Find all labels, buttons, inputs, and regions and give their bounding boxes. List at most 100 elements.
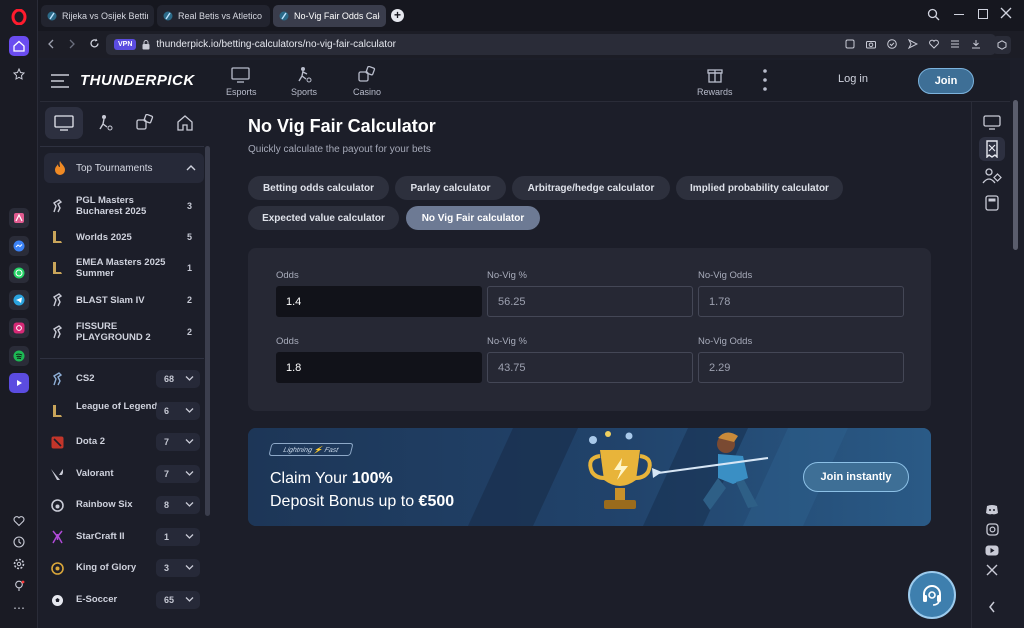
collapse-chevron-icon[interactable] xyxy=(979,595,1005,619)
soccer-player-icon xyxy=(298,67,312,83)
site-logo[interactable]: THUNDERPICK xyxy=(80,72,195,89)
tab-rijeka[interactable]: Rijeka vs Osijek Betting Od xyxy=(41,5,154,27)
page-scrollbar[interactable] xyxy=(1013,100,1018,250)
home-icon[interactable] xyxy=(9,36,29,56)
top-tournaments-header[interactable]: Top Tournaments xyxy=(44,153,204,183)
nav-casino[interactable]: Casino xyxy=(353,66,381,97)
join-instantly-button[interactable]: Join instantly xyxy=(803,462,909,492)
player-icon[interactable] xyxy=(9,373,29,393)
x-twitter-icon[interactable] xyxy=(979,558,1005,582)
betslip-icon[interactable] xyxy=(979,137,1005,161)
new-tab-button[interactable]: + xyxy=(391,9,404,22)
heart-icon[interactable] xyxy=(9,511,29,531)
esports-tab-icon[interactable] xyxy=(45,107,83,139)
send-icon[interactable] xyxy=(908,39,918,49)
sidebar-scrollbar[interactable] xyxy=(205,146,210,516)
reload-icon[interactable] xyxy=(89,38,100,49)
login-button[interactable]: Log in xyxy=(838,73,868,85)
calculator-icon[interactable] xyxy=(979,191,1005,215)
game-item-lol[interactable]: League of Legends 6 xyxy=(40,401,204,421)
minimize-icon[interactable] xyxy=(954,14,964,16)
main-content: No Vig Fair Calculator Quickly calculate… xyxy=(211,102,971,628)
odds-label: Odds xyxy=(276,270,299,281)
support-chat-button[interactable] xyxy=(908,571,956,619)
promo-headline-text: Deposit Bonus up to xyxy=(270,493,419,510)
tournament-item[interactable]: Worlds 2025 5 xyxy=(40,230,204,244)
menu-toggle-icon[interactable] xyxy=(50,73,70,89)
calc-chip-arbitrage[interactable]: Arbitrage/hedge calculator xyxy=(512,176,670,200)
nav-esports[interactable]: Esports xyxy=(226,66,257,97)
back-icon[interactable] xyxy=(46,39,56,49)
whatsapp-icon[interactable] xyxy=(9,263,29,283)
edit-icon[interactable] xyxy=(845,39,855,49)
tab-no-vig[interactable]: No-Vig Fair Odds Calculat xyxy=(273,5,386,27)
game-count: 65 xyxy=(164,595,175,605)
more-icon[interactable]: ⋯ xyxy=(9,598,29,618)
extensions-icon[interactable] xyxy=(993,36,1011,54)
downloads-icon[interactable] xyxy=(971,39,981,49)
game-item-cs2[interactable]: CS2 68 xyxy=(40,370,204,388)
calc-chip-betting-odds[interactable]: Betting odds calculator xyxy=(248,176,389,200)
game-count-dropdown[interactable]: 65 xyxy=(156,591,200,609)
tournament-count: 3 xyxy=(186,201,192,211)
shield-icon[interactable] xyxy=(887,39,897,49)
sports-tab-icon[interactable] xyxy=(86,107,124,139)
calc-chip-no-vig[interactable]: No Vig Fair calculator xyxy=(406,206,540,230)
game-count-dropdown[interactable]: 68 xyxy=(156,370,200,388)
calc-chip-expected-value[interactable]: Expected value calculator xyxy=(248,206,399,230)
aria-icon[interactable] xyxy=(9,208,29,228)
live-stream-icon[interactable] xyxy=(979,110,1005,134)
game-item-e-soccer[interactable]: E-Soccer 65 xyxy=(40,591,204,609)
game-count-dropdown[interactable]: 6 xyxy=(156,402,200,420)
more-options-icon[interactable] xyxy=(763,69,767,91)
search-tabs-icon[interactable] xyxy=(927,8,940,21)
calc-chip-parlay[interactable]: Parlay calculator xyxy=(395,176,506,200)
tournament-item[interactable]: EMEA Masters 2025 Summer 1 xyxy=(40,256,204,280)
game-count-dropdown[interactable]: 1 xyxy=(156,528,200,546)
opera-logo-icon[interactable] xyxy=(9,7,29,27)
top-tournaments-label: Top Tournaments xyxy=(76,162,153,174)
game-item-valorant[interactable]: Valorant 7 xyxy=(40,465,204,483)
game-count-dropdown[interactable]: 7 xyxy=(156,465,200,483)
messenger-icon[interactable] xyxy=(9,236,29,256)
game-item-king-of-glory[interactable]: King of Glory 3 xyxy=(40,559,204,577)
casino-tab-icon[interactable] xyxy=(126,107,164,139)
history-icon[interactable] xyxy=(9,532,29,552)
nav-rewards[interactable]: Rewards xyxy=(697,66,733,97)
instagram-icon[interactable] xyxy=(9,318,29,338)
tournament-item[interactable]: BLAST Slam IV 2 xyxy=(40,293,204,307)
spotify-icon[interactable] xyxy=(9,346,29,366)
king-of-glory-icon xyxy=(50,561,64,575)
game-count-dropdown[interactable]: 3 xyxy=(156,559,200,577)
game-count-dropdown[interactable]: 8 xyxy=(156,496,200,514)
maximize-icon[interactable] xyxy=(978,9,988,19)
nav-sports[interactable]: Sports xyxy=(291,66,317,97)
friends-icon[interactable] xyxy=(979,164,1005,188)
game-item-dota2[interactable]: Dota 2 7 xyxy=(40,433,204,451)
game-item-starcraft[interactable]: StarCraft II 1 xyxy=(40,528,204,546)
settings-icon[interactable] xyxy=(9,554,29,574)
easy-setup-icon[interactable] xyxy=(950,39,960,49)
odds-input-2[interactable]: 1.8 xyxy=(276,352,482,383)
telegram-icon[interactable] xyxy=(9,290,29,310)
home-tab-icon[interactable] xyxy=(166,107,204,139)
calc-chip-implied-probability[interactable]: Implied probability calculator xyxy=(676,176,843,200)
tournament-item[interactable]: FISSURE PLAYGROUND 2 2 xyxy=(40,320,204,344)
close-window-icon[interactable] xyxy=(1000,7,1012,19)
game-item-rainbow-six[interactable]: Rainbow Six 8 xyxy=(40,496,204,514)
chevron-down-icon xyxy=(185,534,194,539)
game-count-dropdown[interactable]: 7 xyxy=(156,433,200,451)
tab-real-betis[interactable]: Real Betis vs Atletico Madr xyxy=(157,5,270,27)
camera-icon[interactable] xyxy=(866,39,876,49)
bookmark-heart-icon[interactable] xyxy=(929,39,939,49)
chevron-up-icon xyxy=(186,164,196,171)
vpn-badge[interactable]: VPN xyxy=(114,39,137,50)
odds-input-1[interactable]: 1.4 xyxy=(276,286,482,317)
join-button[interactable]: Join xyxy=(918,68,974,94)
tournament-item[interactable]: PGL Masters Bucharest 2025 3 xyxy=(40,194,204,218)
speed-dial-icon[interactable] xyxy=(9,64,29,84)
promo-banner[interactable]: Lightning ⚡ Fast Claim Your 100% Deposit… xyxy=(248,428,931,526)
chevron-down-icon xyxy=(185,597,194,602)
tips-icon[interactable] xyxy=(9,576,29,596)
forward-icon[interactable] xyxy=(67,39,77,49)
